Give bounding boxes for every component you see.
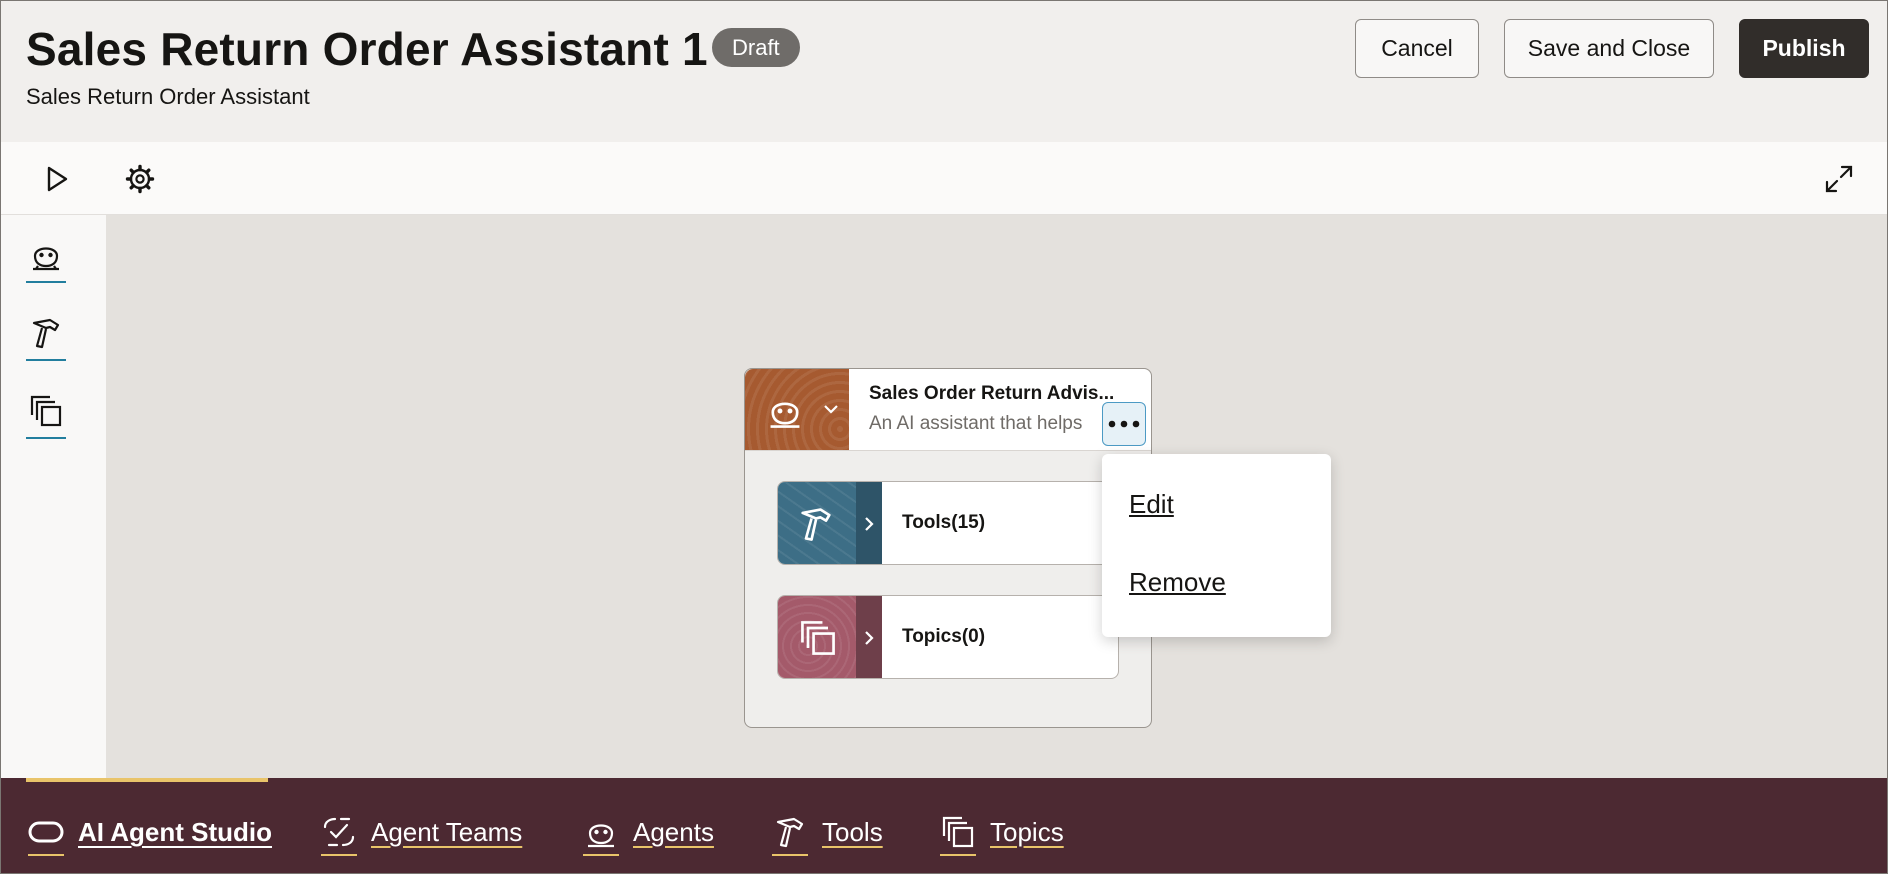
oracle-logo-icon xyxy=(26,812,66,856)
nav-topics[interactable]: Topics xyxy=(938,810,1064,856)
left-rail xyxy=(0,215,106,778)
agent-node-title: Sales Order Return Advis... xyxy=(869,383,1115,404)
agent-node-art xyxy=(745,369,849,450)
menu-item-remove[interactable]: Remove xyxy=(1129,567,1226,598)
nav-label: Topics xyxy=(990,816,1064,847)
topics-node-label: Topics(0) xyxy=(902,626,986,647)
ellipsis-icon xyxy=(1108,420,1140,428)
status-badge: Draft xyxy=(712,28,800,67)
tool-hammer-icon[interactable] xyxy=(26,315,66,361)
nav-ai-agent-studio[interactable]: AI Agent Studio xyxy=(26,810,273,856)
active-indicator xyxy=(26,778,268,782)
agent-node-header[interactable]: Sales Order Return Advis... An AI assist… xyxy=(745,369,1151,451)
topics-node[interactable]: Topics(0) xyxy=(777,595,1119,679)
menu-item-edit[interactable]: Edit xyxy=(1129,489,1174,520)
chevron-right-icon[interactable] xyxy=(856,482,882,564)
agent-icon xyxy=(581,812,621,856)
topics-icon[interactable] xyxy=(26,393,66,439)
nav-label: Agents xyxy=(633,816,714,847)
nav-label: AI Agent Studio xyxy=(78,816,273,847)
page-subtitle: Sales Return Order Assistant xyxy=(26,84,310,109)
play-icon[interactable] xyxy=(40,162,74,196)
agent-icon[interactable] xyxy=(26,237,66,283)
topics-icon xyxy=(938,812,978,856)
expand-icon[interactable] xyxy=(1822,162,1856,196)
save-and-close-button[interactable]: Save and Close xyxy=(1504,19,1714,78)
tool-hammer-icon xyxy=(801,508,831,541)
publish-button[interactable]: Publish xyxy=(1739,19,1869,78)
nav-agent-teams[interactable]: Agent Teams xyxy=(319,810,523,856)
page-header: Sales Return Order Assistant 1 Draft Sal… xyxy=(0,0,1888,142)
gear-icon[interactable] xyxy=(123,162,157,196)
toolbar xyxy=(0,142,1888,215)
agent-node-description: An AI assistant that helps xyxy=(869,413,1083,434)
topics-node-art xyxy=(778,596,856,678)
chevron-right-icon[interactable] xyxy=(856,596,882,678)
nav-label: Agent Teams xyxy=(371,816,523,847)
nav-tools[interactable]: Tools xyxy=(770,810,883,856)
agent-icon xyxy=(770,402,800,428)
context-menu: Edit Remove xyxy=(1102,454,1331,637)
tool-hammer-icon xyxy=(770,812,810,856)
tools-node-art xyxy=(778,482,856,564)
nav-agents[interactable]: Agents xyxy=(581,810,714,856)
page-title: Sales Return Order Assistant 1 xyxy=(26,23,708,75)
topics-icon xyxy=(801,621,835,655)
cancel-button[interactable]: Cancel xyxy=(1355,19,1479,78)
more-actions-button[interactable] xyxy=(1102,402,1146,446)
agent-teams-icon xyxy=(319,812,359,856)
chevron-down-icon[interactable] xyxy=(823,403,839,415)
tools-node-label: Tools(15) xyxy=(902,512,986,533)
tools-node[interactable]: Tools(15) xyxy=(777,481,1119,565)
nav-label: Tools xyxy=(822,816,883,847)
